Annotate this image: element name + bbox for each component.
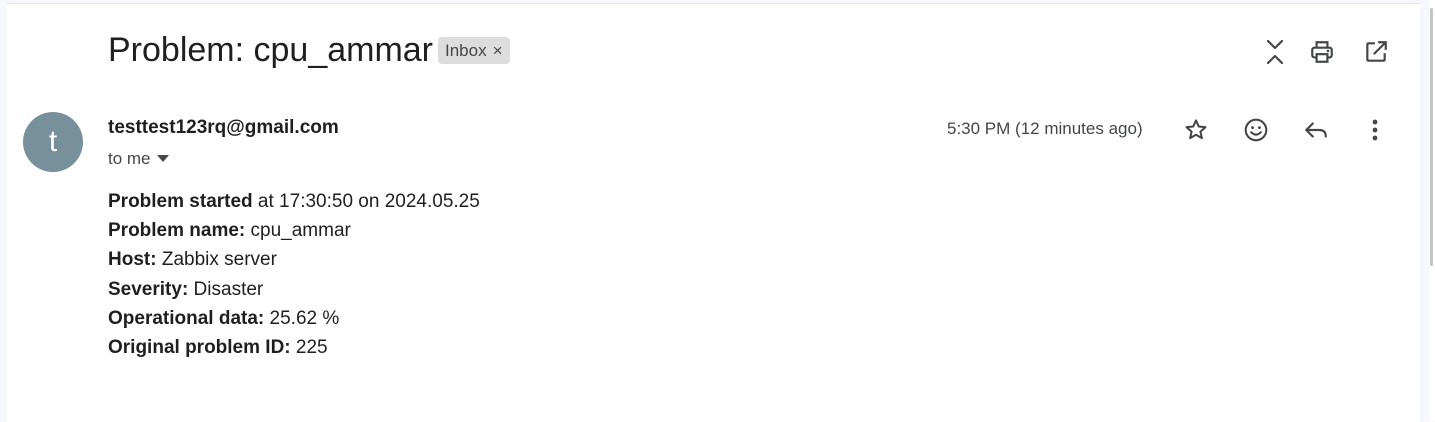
caret-down-icon (156, 155, 169, 162)
body-label: Host: (108, 249, 157, 271)
email-subject: Problem: cpu_ammar (108, 31, 434, 69)
avatar-initial: t (48, 125, 58, 158)
body-label: Original problem ID: (108, 337, 291, 359)
remove-label-icon[interactable]: × (493, 41, 503, 61)
collapse-all-icon (1266, 39, 1284, 65)
emoji-icon (1244, 118, 1268, 142)
body-line-operational-data: Operational data: 25.62 % (108, 304, 480, 333)
scrollbar[interactable] (1429, 0, 1435, 421)
body-label: Problem name: (108, 220, 246, 242)
more-vert-icon (1372, 119, 1378, 141)
body-value: cpu_ammar (245, 220, 351, 242)
body-label: Problem started (108, 191, 253, 212)
body-value: at 17:30:50 on 2024.05.25 (252, 191, 480, 212)
more-options-button[interactable] (1355, 110, 1395, 150)
body-label: Severity: (108, 278, 189, 300)
body-value: 225 (290, 337, 328, 359)
body-value: Zabbix server (156, 249, 277, 271)
print-button[interactable] (1302, 32, 1342, 72)
star-icon (1185, 119, 1207, 140)
body-label: Operational data: (108, 307, 265, 329)
body-value: Disaster (188, 278, 264, 300)
email-body: Problem started at 17:30:50 on 2024.05.2… (108, 187, 480, 362)
open-in-new-window-button[interactable] (1356, 32, 1396, 72)
body-line-host: Host: Zabbix server (108, 245, 480, 274)
recipient-details-toggle[interactable]: to me (108, 149, 169, 169)
body-line-problem-name: Problem name: cpu_ammar (108, 216, 480, 245)
email-timestamp: 5:30 PM (12 minutes ago) (947, 119, 1143, 138)
body-line-severity: Severity: Disaster (108, 275, 480, 304)
reply-icon (1305, 122, 1327, 138)
add-reaction-button[interactable] (1236, 110, 1276, 150)
star-button[interactable] (1176, 110, 1216, 150)
body-value: 25.62 % (264, 307, 340, 329)
label-chip-inbox[interactable]: Inbox × (438, 37, 510, 64)
sender-email[interactable]: testtest123rq@gmail.com (108, 117, 339, 139)
collapse-all-button[interactable] (1255, 32, 1295, 72)
reply-button[interactable] (1296, 110, 1336, 150)
open-in-new-window-icon (1366, 41, 1387, 62)
body-line-problem-started: Problem started at 17:30:50 on 2024.05.2… (108, 187, 480, 216)
print-icon (1311, 41, 1333, 63)
label-chip-text: Inbox (445, 40, 487, 60)
scrollbar-thumb[interactable] (1430, 8, 1433, 266)
sender-avatar[interactable]: t (23, 112, 83, 172)
body-line-original-problem-id: Original problem ID: 225 (108, 333, 480, 362)
recipient-label: to me (108, 149, 151, 168)
